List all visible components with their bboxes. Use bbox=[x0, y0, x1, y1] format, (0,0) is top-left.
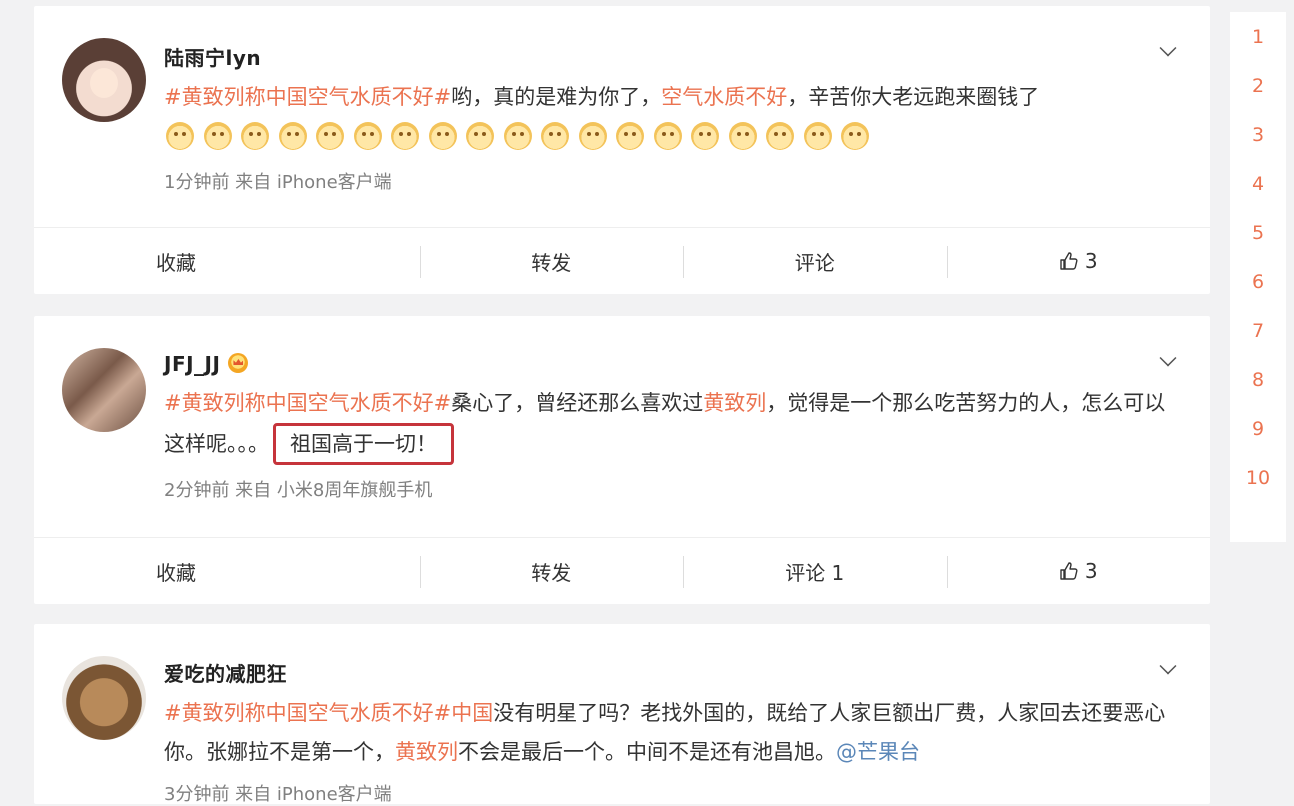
emoji-row bbox=[166, 122, 869, 150]
page-link-3[interactable]: 3 bbox=[1230, 124, 1286, 146]
doge-emoji bbox=[466, 122, 494, 150]
like-button[interactable]: 3 bbox=[946, 228, 1211, 294]
doge-emoji bbox=[391, 122, 419, 150]
post-card: JFJ_JJ #黄致列称中国空气水质不好#桑心了，曾经还那么喜欢过黄致列，觉得是… bbox=[34, 316, 1210, 604]
doge-emoji bbox=[203, 122, 232, 150]
doge-emoji bbox=[803, 122, 832, 150]
pagination: 1 2 3 4 5 6 7 8 9 10 bbox=[1230, 12, 1286, 542]
post-text: #黄致列称中国空气水质不好#中国没有明星了吗？老找外国的，既给了人家巨额出厂费，… bbox=[164, 694, 1174, 772]
username[interactable]: 爱吃的减肥狂 bbox=[164, 658, 287, 687]
page-link-2[interactable]: 2 bbox=[1230, 75, 1286, 97]
doge-emoji bbox=[353, 122, 382, 150]
post-text-segment: 哟，真的是难为你了， bbox=[451, 85, 662, 109]
avatar[interactable] bbox=[62, 38, 146, 122]
doge-emoji bbox=[503, 122, 532, 150]
page-link-7[interactable]: 7 bbox=[1230, 320, 1286, 342]
keyword-link[interactable]: 空气水质不好 bbox=[661, 85, 787, 109]
doge-emoji bbox=[766, 122, 794, 150]
hashtag-link[interactable]: #黄致列称中国空气水质不好# bbox=[164, 85, 451, 109]
page-link-6[interactable]: 6 bbox=[1230, 271, 1286, 293]
page-link-9[interactable]: 9 bbox=[1230, 418, 1286, 440]
post-text-segment: 不会是最后一个。中间不是还有池昌旭。 bbox=[458, 740, 836, 764]
doge-emoji bbox=[541, 122, 569, 150]
chevron-down-icon[interactable] bbox=[1159, 349, 1177, 367]
action-bar: 收藏 转发 评论 3 bbox=[34, 227, 1210, 294]
mention-link[interactable]: @芒果台 bbox=[836, 740, 920, 764]
comment-button[interactable]: 评论 bbox=[683, 228, 947, 294]
username-row: JFJ_JJ bbox=[164, 352, 249, 376]
post-card: 爱吃的减肥狂 #黄致列称中国空气水质不好#中国没有明星了吗？老找外国的，既给了人… bbox=[34, 624, 1210, 805]
doge-emoji bbox=[841, 122, 869, 150]
chevron-down-icon[interactable] bbox=[1159, 39, 1177, 57]
thumbs-up-icon bbox=[1060, 562, 1078, 580]
post-card: 陆雨宁lyn #黄致列称中国空气水质不好#哟，真的是难为你了，空气水质不好，辛苦… bbox=[34, 6, 1210, 294]
chevron-down-icon[interactable] bbox=[1159, 657, 1177, 675]
action-bar: 收藏 转发 评论 1 3 bbox=[34, 537, 1210, 604]
doge-emoji bbox=[616, 122, 644, 150]
highlighted-phrase: 祖国高于一切！ bbox=[273, 423, 454, 465]
doge-emoji bbox=[428, 122, 457, 150]
doge-emoji bbox=[578, 122, 607, 150]
favorite-label: 收藏 bbox=[156, 560, 196, 585]
doge-emoji bbox=[241, 122, 269, 150]
doge-emoji bbox=[728, 122, 757, 150]
post-text-segment: 桑心了，曾经还那么喜欢过 bbox=[451, 391, 704, 415]
post-meta: 1分钟前 来自 iPhone客户端 bbox=[164, 172, 392, 193]
username[interactable]: JFJ_JJ bbox=[164, 352, 220, 376]
favorite-label: 收藏 bbox=[156, 250, 196, 275]
repost-button[interactable]: 转发 bbox=[419, 228, 684, 294]
username[interactable]: 陆雨宁lyn bbox=[164, 42, 261, 71]
favorite-button[interactable]: 收藏 bbox=[34, 538, 420, 604]
page-link-4[interactable]: 4 bbox=[1230, 173, 1286, 195]
post-text-segment: ，辛苦你大老远跑来圈钱了 bbox=[787, 85, 1040, 109]
doge-emoji bbox=[653, 122, 682, 150]
post-text: #黄致列称中国空气水质不好#哟，真的是难为你了，空气水质不好，辛苦你大老远跑来圈… bbox=[164, 78, 1174, 117]
post-meta: 2分钟前 来自 小米8周年旗舰手机 bbox=[164, 480, 433, 501]
keyword-link[interactable]: 黄致列 bbox=[395, 740, 458, 764]
like-button[interactable]: 3 bbox=[946, 538, 1211, 604]
page-link-10[interactable]: 10 bbox=[1230, 467, 1286, 489]
page-link-1[interactable]: 1 bbox=[1230, 26, 1286, 48]
doge-emoji bbox=[278, 122, 307, 150]
vip-crown-icon[interactable] bbox=[228, 353, 249, 373]
page-link-8[interactable]: 8 bbox=[1230, 369, 1286, 391]
post-meta: 3分钟前 来自 iPhone客户端 bbox=[164, 784, 392, 805]
avatar[interactable] bbox=[62, 656, 146, 740]
comment-label: 评论 bbox=[794, 250, 835, 275]
hashtag-link[interactable]: #黄致列称中国空气水质不好# bbox=[164, 391, 451, 415]
doge-emoji bbox=[166, 122, 194, 150]
avatar[interactable] bbox=[62, 348, 146, 432]
like-count: 3 bbox=[1084, 559, 1098, 583]
repost-label: 转发 bbox=[531, 250, 572, 275]
keyword-link[interactable]: 中国 bbox=[451, 701, 493, 725]
like-count: 3 bbox=[1084, 249, 1098, 273]
page-link-5[interactable]: 5 bbox=[1230, 222, 1286, 244]
thumbs-up-icon bbox=[1060, 252, 1078, 270]
repost-label: 转发 bbox=[531, 560, 572, 585]
favorite-button[interactable]: 收藏 bbox=[34, 228, 420, 294]
keyword-link[interactable]: 黄致列 bbox=[703, 391, 766, 415]
post-text: #黄致列称中国空气水质不好#桑心了，曾经还那么喜欢过黄致列，觉得是一个那么吃苦努… bbox=[164, 384, 1174, 465]
comment-button[interactable]: 评论 1 bbox=[683, 538, 947, 604]
comment-label: 评论 1 bbox=[785, 560, 845, 585]
repost-button[interactable]: 转发 bbox=[419, 538, 684, 604]
doge-emoji bbox=[316, 122, 344, 150]
doge-emoji bbox=[691, 122, 719, 150]
hashtag-link[interactable]: #黄致列称中国空气水质不好# bbox=[164, 701, 451, 725]
